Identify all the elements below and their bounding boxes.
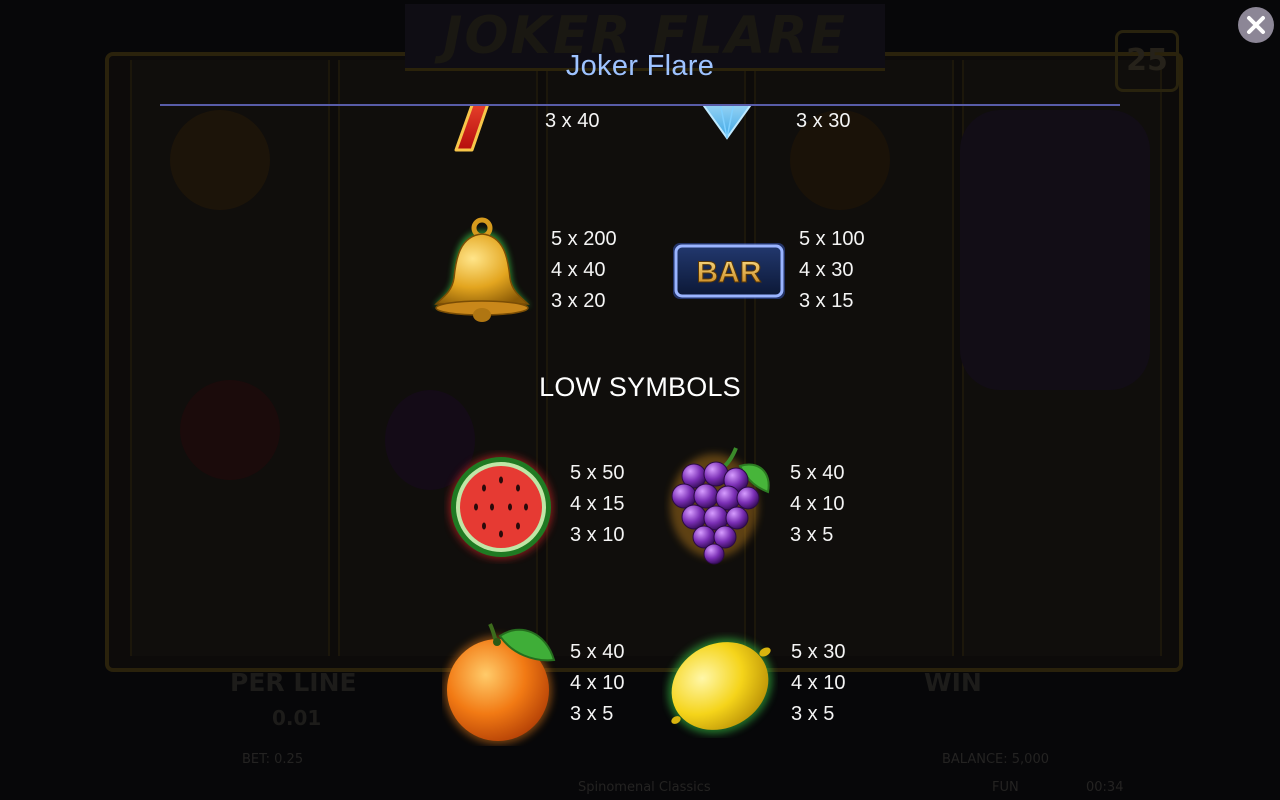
payout-line: 4 x 10 — [791, 672, 846, 694]
lemon-payouts: 5 x 30 4 x 10 3 x 5 — [791, 637, 845, 730]
payout-line: 3 x 40 — [545, 110, 600, 132]
low-symbols-heading: LOW SYMBOLS — [539, 372, 741, 402]
seven-payouts: 3 x 40 — [545, 106, 599, 137]
payout-line: 5 x 40 — [790, 462, 845, 484]
payout-line: 4 x 30 — [799, 259, 854, 281]
close-button[interactable] — [1238, 7, 1274, 43]
payout-line: 5 x 40 — [570, 641, 625, 663]
lemon-icon — [667, 638, 773, 734]
payout-line: 4 x 10 — [790, 493, 845, 515]
watermelon-payouts: 5 x 50 4 x 15 3 x 10 — [570, 458, 624, 551]
diamond-icon — [702, 106, 752, 140]
bell-payouts: 5 x 200 4 x 40 3 x 20 — [551, 224, 617, 317]
grapes-icon — [670, 447, 770, 565]
orange-icon — [444, 623, 556, 744]
grapes-payouts: 5 x 40 4 x 10 3 x 5 — [790, 458, 844, 551]
payout-line: 3 x 5 — [790, 524, 834, 546]
payout-line: 3 x 30 — [796, 110, 851, 132]
payout-line: 4 x 40 — [551, 259, 606, 281]
paytable-title: Joker Flare — [565, 50, 715, 82]
payout-line: 3 x 20 — [551, 290, 606, 312]
bar-payouts: 5 x 100 4 x 30 3 x 15 — [799, 224, 865, 317]
payout-line: 5 x 100 — [799, 228, 865, 250]
paytable-scroll-area[interactable]: 3 x 40 3 x 30 5 x 200 4 x 40 3 x 20 BAR … — [0, 106, 1280, 800]
bar-label: BAR — [697, 256, 762, 289]
payout-line: 5 x 30 — [791, 641, 846, 663]
payout-line: 3 x 5 — [570, 703, 614, 725]
bell-icon — [434, 217, 530, 322]
watermelon-icon — [449, 455, 553, 559]
payout-line: 4 x 10 — [570, 672, 625, 694]
payout-line: 3 x 5 — [791, 703, 835, 725]
payout-line: 4 x 15 — [570, 493, 625, 515]
payout-line: 3 x 10 — [570, 524, 625, 546]
diamond-payouts: 3 x 30 — [796, 106, 850, 137]
payout-line: 5 x 50 — [570, 462, 625, 484]
orange-payouts: 5 x 40 4 x 10 3 x 5 — [570, 637, 624, 730]
payout-line: 3 x 15 — [799, 290, 854, 312]
close-icon — [1247, 16, 1265, 34]
payout-line: 5 x 200 — [551, 228, 617, 250]
seven-icon — [454, 106, 489, 152]
bar-icon: BAR — [673, 243, 785, 299]
